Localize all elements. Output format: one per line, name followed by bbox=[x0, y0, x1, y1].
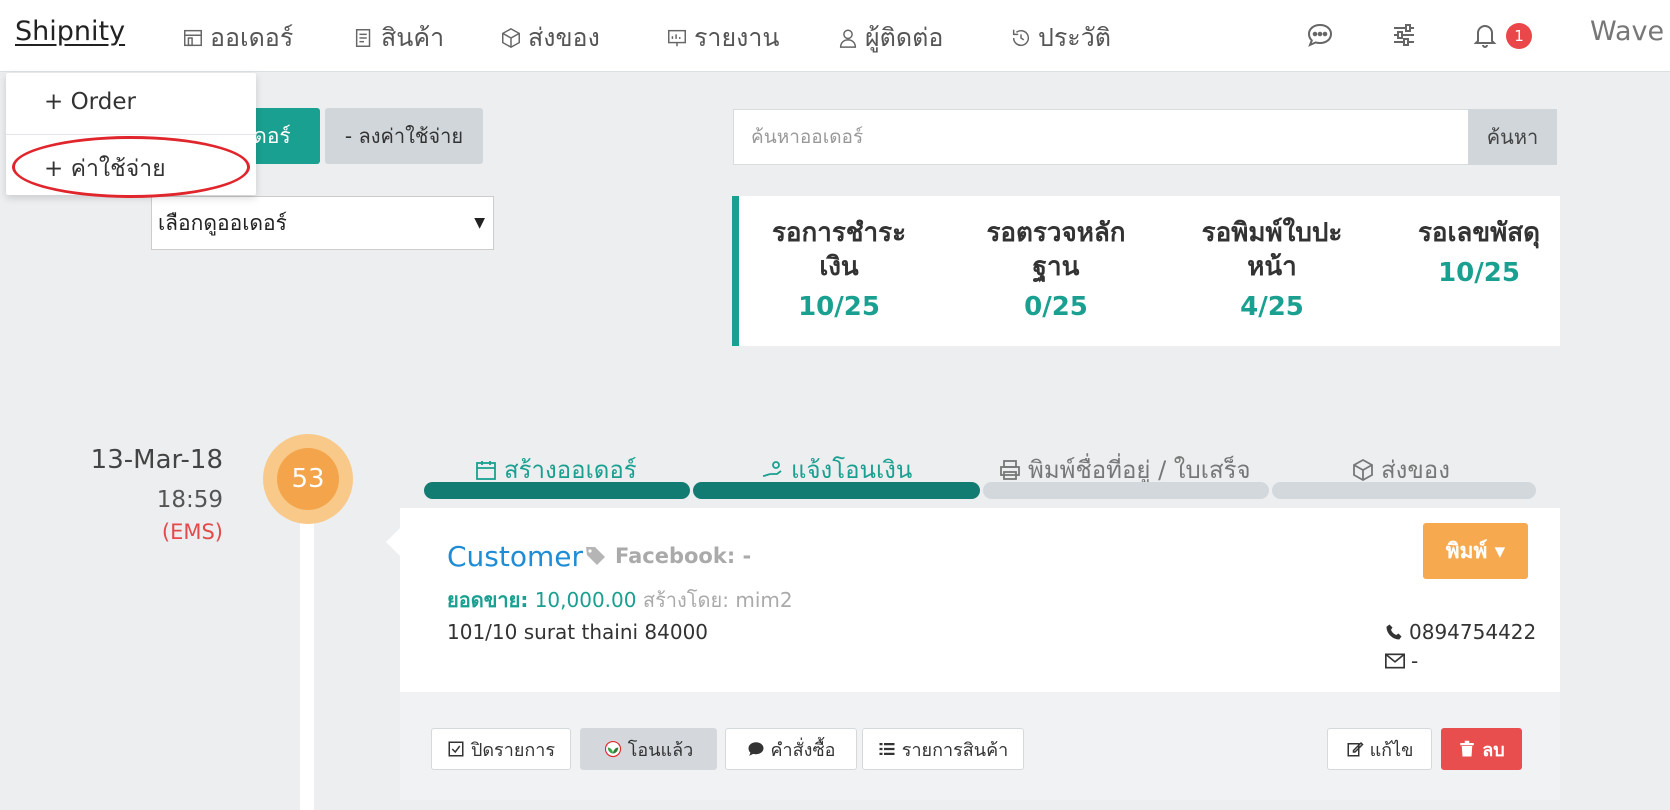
printer-icon bbox=[1000, 459, 1020, 480]
print-dropdown-button[interactable]: พิมพ์ ▾ bbox=[1423, 523, 1528, 579]
check-square-icon bbox=[448, 741, 464, 757]
nav-shipping[interactable]: ส่งของ bbox=[500, 18, 600, 58]
presentation-icon bbox=[668, 29, 686, 47]
customer-email: - bbox=[1385, 649, 1418, 673]
trash-icon bbox=[1460, 740, 1475, 757]
phone-value: 0894754422 bbox=[1409, 620, 1537, 644]
stat-awaiting-label-print[interactable]: รอพิมพ์ใบปะ หน้า 4/25 bbox=[1172, 216, 1372, 322]
order-number-badge: 53 bbox=[263, 434, 353, 524]
history-icon bbox=[1012, 29, 1029, 47]
sliders-icon[interactable] bbox=[1389, 20, 1419, 50]
edit-icon bbox=[1347, 741, 1364, 757]
tags-icon bbox=[586, 547, 605, 565]
notification-badge: 1 bbox=[1506, 23, 1532, 49]
edit-button[interactable]: แก้ไข bbox=[1327, 728, 1432, 770]
transferred-button[interactable]: โอนแล้ว bbox=[580, 728, 717, 770]
order-search-input[interactable]: ค้นหาออเดอร์ bbox=[733, 109, 1469, 165]
timeline-line bbox=[300, 500, 314, 810]
stat-value: 10/25 bbox=[798, 292, 880, 322]
bell-icon[interactable] bbox=[1470, 20, 1500, 50]
email-value: - bbox=[1411, 649, 1419, 673]
nav-products[interactable]: สินค้า bbox=[353, 18, 444, 58]
nav-contacts[interactable]: ผู้ติดต่อ bbox=[837, 18, 943, 58]
button-label: ลบ bbox=[1482, 739, 1505, 761]
created-by: สร้างโดย: mim2 bbox=[642, 588, 793, 612]
button-label: ปิดรายการ bbox=[470, 739, 556, 761]
card-pointer bbox=[386, 528, 400, 556]
list-icon bbox=[879, 743, 895, 755]
phone-icon bbox=[1386, 624, 1402, 640]
bank-logo-icon bbox=[604, 740, 621, 758]
subtract-expense-button[interactable]: - ลงค่าใช้จ่าย bbox=[325, 108, 483, 164]
shipping-method: (EMS) bbox=[161, 520, 223, 544]
box-icon bbox=[1353, 458, 1373, 481]
highlight-annotation-circle bbox=[12, 136, 250, 198]
delete-button[interactable]: ลบ bbox=[1441, 728, 1522, 770]
order-stats-panel: รอการชำระ เงิน 10/25 รอตรวจหลัก ฐาน 0/25 ร… bbox=[732, 196, 1560, 346]
menu-item-order[interactable]: + Order bbox=[44, 89, 136, 115]
sales-label: ยอดขาย: bbox=[447, 588, 529, 612]
box-icon bbox=[502, 27, 520, 49]
stat-awaiting-payment[interactable]: รอการชำระ เงิน 10/25 bbox=[739, 216, 939, 322]
sales-value: 10,000.00 bbox=[534, 588, 637, 612]
nav-history-label: ประวัติ bbox=[1038, 23, 1111, 52]
menu-divider bbox=[6, 134, 256, 135]
stat-label: รอพิมพ์ใบปะ หน้า bbox=[1201, 218, 1343, 282]
nav-orders[interactable]: ออเดอร์ bbox=[182, 18, 293, 58]
progress-bar-segment bbox=[983, 482, 1269, 499]
customer-name-link[interactable]: Customer bbox=[447, 540, 583, 573]
hand-money-icon bbox=[762, 460, 782, 477]
stat-value: 4/25 bbox=[1240, 292, 1304, 322]
envelope-icon bbox=[1385, 653, 1405, 669]
progress-bar-segment bbox=[693, 482, 980, 499]
nav-products-label: สินค้า bbox=[381, 23, 445, 52]
close-order-button[interactable]: ปิดรายการ bbox=[431, 728, 571, 770]
facebook-label: Facebook: - bbox=[615, 544, 752, 568]
order-date: 13-Mar-18 bbox=[90, 445, 223, 475]
nav-history[interactable]: ประวัติ bbox=[1010, 18, 1111, 58]
nav-reports[interactable]: รายงาน bbox=[666, 18, 779, 58]
stat-label: รอตรวจหลัก ฐาน bbox=[986, 218, 1126, 282]
search-button[interactable]: ค้นหา bbox=[1468, 109, 1557, 165]
comment-icon bbox=[748, 742, 764, 756]
nav-reports-label: รายงาน bbox=[694, 23, 780, 52]
order-view-select-value: เลือกดูออเดอร์ bbox=[158, 211, 287, 235]
caret-down-icon: ▼ bbox=[474, 215, 485, 231]
user-icon bbox=[839, 29, 857, 48]
purchase-order-button[interactable]: คำสั่งซื้อ bbox=[725, 728, 857, 770]
stat-value: 10/25 bbox=[1438, 258, 1520, 288]
tag-list-icon bbox=[355, 29, 371, 47]
progress-bar-segment bbox=[424, 482, 690, 499]
facebook-info: Facebook: - bbox=[585, 544, 751, 568]
button-label: คำสั่งซื้อ bbox=[770, 739, 836, 761]
stat-value: 0/25 bbox=[1024, 292, 1088, 322]
product-list-button[interactable]: รายการสินค้า bbox=[862, 728, 1024, 770]
order-time: 18:59 bbox=[156, 487, 223, 513]
progress-bar-segment bbox=[1272, 482, 1536, 499]
top-navbar: Shipnity ออเดอร์ สินค้า ส่งของ รายงาน ผู… bbox=[0, 0, 1670, 72]
user-menu[interactable]: Wave ▾ bbox=[1590, 16, 1670, 47]
sales-info: ยอดขาย: 10,000.00 สร้างโดย: mim2 bbox=[447, 584, 793, 616]
nav-contacts-label: ผู้ติดต่อ bbox=[865, 23, 944, 52]
stat-label: รอเลขพัสดุ bbox=[1417, 218, 1541, 248]
order-view-select[interactable]: เลือกดูออเดอร์ ▼ bbox=[151, 196, 494, 250]
stat-label: รอการชำระ เงิน bbox=[771, 218, 907, 282]
button-label: แก้ไข bbox=[1369, 739, 1414, 761]
stat-awaiting-tracking[interactable]: รอเลขพัสดุ 10/25 bbox=[1379, 216, 1579, 288]
brand-logo[interactable]: Shipnity bbox=[15, 16, 125, 47]
chat-icon[interactable] bbox=[1305, 20, 1335, 50]
nav-orders-label: ออเดอร์ bbox=[210, 23, 294, 52]
store-icon bbox=[184, 29, 202, 47]
customer-address: 101/10 surat thaini 84000 bbox=[447, 620, 709, 644]
customer-phone: 0894754422 bbox=[1385, 620, 1536, 644]
order-number: 53 bbox=[277, 448, 339, 510]
stat-awaiting-proof[interactable]: รอตรวจหลัก ฐาน 0/25 bbox=[956, 216, 1156, 322]
button-label: รายการสินค้า bbox=[901, 739, 1009, 761]
calendar-icon bbox=[476, 460, 496, 480]
nav-shipping-label: ส่งของ bbox=[528, 23, 600, 52]
button-label: โอนแล้ว bbox=[627, 739, 694, 761]
